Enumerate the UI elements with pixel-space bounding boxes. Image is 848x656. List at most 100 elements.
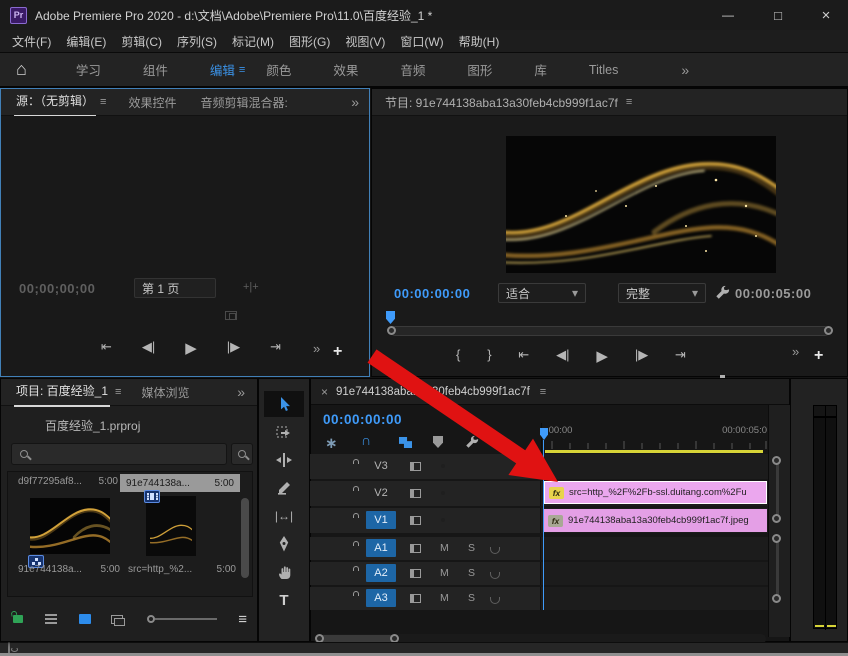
type-tool[interactable]: T <box>264 587 304 613</box>
fx-badge-icon[interactable]: fx <box>549 487 564 499</box>
menu-marker[interactable]: 标记(M) <box>232 33 274 50</box>
scrollbar-right-handle[interactable] <box>824 326 833 335</box>
tab-program[interactable]: 节目: 91e744138aba13a30feb4cb999f1ac7f <box>385 94 618 111</box>
hand-tool[interactable] <box>264 559 304 585</box>
project-scrollbar[interactable] <box>241 498 249 578</box>
menu-view[interactable]: 视图(V) <box>345 33 385 50</box>
source-timecode[interactable]: 00;00;00;00 <box>19 281 95 296</box>
project-panel-menu-icon[interactable]: ≡ <box>115 386 121 398</box>
track-lane-a3[interactable] <box>540 587 768 610</box>
track-lane-a1[interactable] <box>540 537 768 560</box>
timeline-clip-v1[interactable]: fx 91e744138aba13a30feb4cb999f1ac7f.jpeg <box>544 509 767 532</box>
program-timecode[interactable]: 00:00:00:00 <box>394 286 470 301</box>
source-step-back-icon[interactable]: ◀| <box>142 339 155 357</box>
pen-tool[interactable] <box>264 531 304 557</box>
track-name-v3[interactable]: V3 <box>366 457 396 475</box>
workspace-tab-audio[interactable]: 音频 <box>379 60 446 79</box>
menu-sequence[interactable]: 序列(S) <box>177 33 217 50</box>
goto-in-icon[interactable]: ⇤ <box>518 347 529 365</box>
source-goto-out-icon[interactable]: ⇥ <box>270 339 281 357</box>
selection-tool[interactable] <box>264 391 304 417</box>
workspace-tab-effects[interactable]: 效果 <box>312 60 379 79</box>
track-name-v2[interactable]: V2 <box>366 484 396 502</box>
video-zoom-scrollbar[interactable] <box>776 462 779 520</box>
sync-lock-icon[interactable] <box>410 489 421 498</box>
source-panel-menu-icon[interactable]: ≡ <box>100 96 106 108</box>
workspace-tab-edit[interactable]: 编辑 <box>189 60 239 79</box>
source-play-icon[interactable]: ▶ <box>185 339 197 357</box>
tab-project[interactable]: 项目: 百度经验_1 <box>14 378 110 407</box>
ripple-edit-tool[interactable] <box>264 447 304 473</box>
minimize-button[interactable]: — <box>706 0 750 30</box>
track-name-a3[interactable]: A3 <box>366 589 396 607</box>
menu-window[interactable]: 窗口(W) <box>400 33 443 50</box>
sync-lock-icon[interactable] <box>410 462 421 471</box>
project-automate-menu-icon[interactable]: ≡ <box>238 611 247 628</box>
close-button[interactable]: × <box>804 0 848 30</box>
menu-file[interactable]: 文件(F) <box>12 33 51 50</box>
program-panel-menu-icon[interactable]: ≡ <box>626 96 632 108</box>
track-lane-v1[interactable]: fx 91e744138aba13a30feb4cb999f1ac7f.jpeg <box>540 508 768 533</box>
workspace-overflow-icon[interactable]: » <box>681 62 689 78</box>
track-lane-v3[interactable] <box>540 454 768 479</box>
step-forward-icon[interactable]: |▶ <box>635 347 648 365</box>
slip-tool[interactable]: |↔| <box>264 503 304 529</box>
timeline-clip-v2-selected[interactable]: fx src=http_%2F%2Fb-ssl.duitang.com%2Fu <box>544 481 767 504</box>
workspace-tab-assembly[interactable]: 组件 <box>122 60 189 79</box>
goto-out-icon[interactable]: ⇥ <box>675 347 686 365</box>
track-name-a1[interactable]: A1 <box>366 539 396 557</box>
mark-in-icon[interactable]: { <box>456 347 460 365</box>
source-page-selector[interactable]: 第 1 页 <box>134 278 216 298</box>
menu-graphics[interactable]: 图形(G) <box>289 33 330 50</box>
scrollbar-left-handle[interactable] <box>387 326 396 335</box>
program-zoom-scrollbar[interactable] <box>390 326 830 336</box>
workspace-tab-learn[interactable]: 学习 <box>55 60 122 79</box>
workspace-tab-graphics[interactable]: 图形 <box>446 60 513 79</box>
home-icon[interactable]: ⌂ <box>16 59 27 80</box>
scroll-handle[interactable] <box>772 514 781 523</box>
track-name-v1[interactable]: V1 <box>366 511 396 529</box>
add-marker-icon[interactable] <box>433 436 443 448</box>
source-step-forward-icon[interactable]: |▶ <box>227 339 240 357</box>
solo-button[interactable]: S <box>468 567 475 579</box>
solo-button[interactable]: S <box>468 542 475 554</box>
scroll-handle[interactable] <box>772 594 781 603</box>
track-select-forward-tool[interactable] <box>264 419 304 445</box>
workspace-tab-color[interactable]: 颜色 <box>245 60 312 79</box>
linked-selection-icon[interactable] <box>399 437 412 448</box>
tab-audio-clip-mixer[interactable]: 音频剪辑混合器: <box>200 94 287 111</box>
menu-clip[interactable]: 剪辑(C) <box>121 33 162 50</box>
mute-button[interactable]: M <box>440 592 449 604</box>
project-writable-icon[interactable] <box>13 615 23 623</box>
tab-media-browser[interactable]: 媒体浏览 <box>141 384 189 401</box>
zoom-level-dropdown[interactable]: 完整▾ <box>618 283 706 303</box>
razor-tool[interactable] <box>264 475 304 501</box>
sync-lock-icon[interactable] <box>410 544 421 553</box>
project-item-label[interactable]: src=http_%2...5:00 <box>128 564 236 575</box>
menu-help[interactable]: 帮助(H) <box>459 33 500 50</box>
zoom-slider-knob[interactable] <box>147 615 155 623</box>
fx-badge-icon[interactable]: fx <box>548 515 563 527</box>
icon-view-icon[interactable] <box>79 614 91 624</box>
project-item-label[interactable]: d9f77295af8...5:00 <box>18 476 118 487</box>
settings-wrench-icon[interactable] <box>715 285 730 300</box>
fit-dropdown[interactable]: 适合▾ <box>498 283 586 303</box>
timeline-tab[interactable]: 91e744138aba13a30feb4cb999f1ac7f <box>336 386 530 398</box>
freeform-view-icon[interactable] <box>111 615 123 624</box>
source-button-editor-icon[interactable]: + <box>333 343 342 361</box>
nest-toggle-icon[interactable]: ∗ <box>325 434 338 452</box>
project-thumbnail-sequence[interactable] <box>30 498 110 554</box>
menu-edit[interactable]: 编辑(E) <box>66 33 106 50</box>
solo-button[interactable]: S <box>468 592 475 604</box>
tab-source[interactable]: 源：（无剪辑） <box>14 88 96 117</box>
zoom-slider-track[interactable] <box>155 618 217 620</box>
drag-audio-icon[interactable]: +|+ <box>243 281 259 293</box>
project-tabs-overflow-icon[interactable]: » <box>237 384 245 400</box>
workspace-tab-titles[interactable]: Titles <box>568 63 639 77</box>
program-button-editor-icon[interactable]: + <box>814 347 823 365</box>
project-item-label[interactable]: 91e744138a...5:00 <box>18 564 120 575</box>
source-more-buttons-icon[interactable]: » <box>313 341 320 356</box>
search-input[interactable] <box>34 447 226 461</box>
track-lane-a2[interactable] <box>540 562 768 585</box>
timeline-ruler[interactable]: :00:00 00:00:05:0 <box>541 423 769 453</box>
